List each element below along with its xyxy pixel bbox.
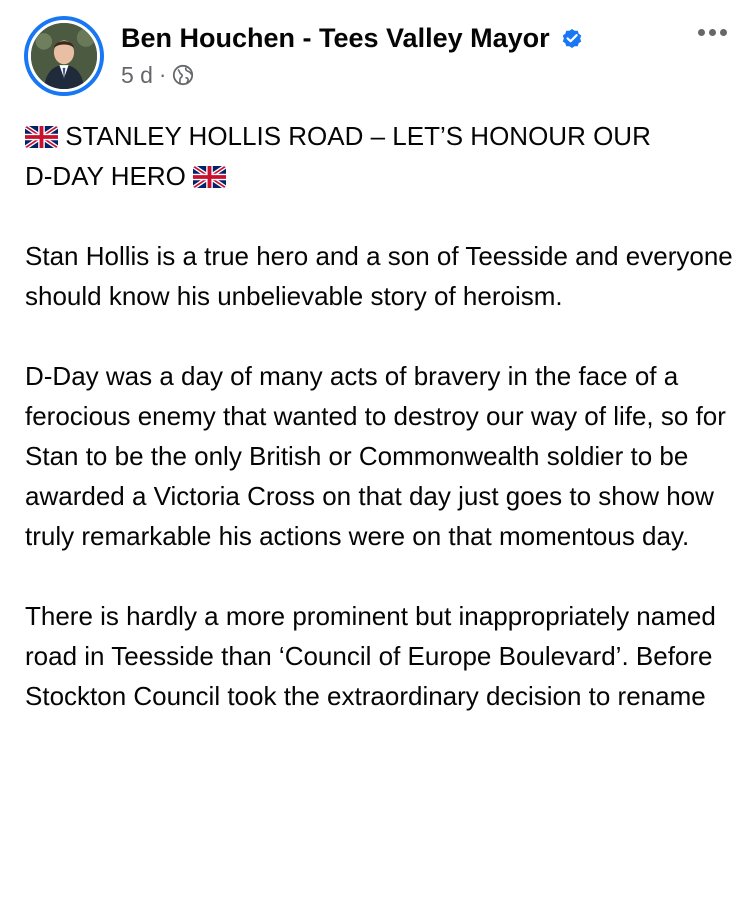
- post-header: Ben Houchen - Tees Valley Mayor 5 d ·: [0, 0, 750, 100]
- meta-separator: ·: [158, 62, 167, 87]
- post-timestamp[interactable]: 5 d: [121, 62, 153, 89]
- uk-flag-icon: [25, 126, 58, 148]
- author-line: Ben Houchen - Tees Valley Mayor: [121, 20, 584, 56]
- avatar-portrait-icon: [31, 23, 97, 89]
- post-paragraph: There is hardly a more prominent but ina…: [25, 601, 716, 711]
- avatar-story-ring[interactable]: [24, 16, 104, 96]
- post-paragraph: Stan Hollis is a true hero and a son of …: [25, 241, 733, 311]
- author-name[interactable]: Ben Houchen - Tees Valley Mayor: [121, 23, 550, 54]
- uk-flag-icon: [193, 166, 227, 188]
- more-options-icon: [719, 28, 727, 36]
- globe-icon[interactable]: [172, 64, 194, 86]
- more-options-button[interactable]: [690, 18, 734, 46]
- more-options-icon: [697, 28, 705, 36]
- verified-badge-icon: [560, 26, 584, 50]
- headline-line-2: D-DAY HERO: [25, 161, 186, 191]
- more-options-icon: [708, 28, 716, 36]
- avatar[interactable]: [28, 20, 100, 92]
- headline-line-1: STANLEY HOLLIS ROAD – LET’S HONOUR OUR: [65, 121, 651, 151]
- post-paragraph: D-Day was a day of many acts of bravery …: [25, 361, 726, 551]
- post-text: STANLEY HOLLIS ROAD – LET’S HONOUR OUR D-…: [25, 116, 735, 756]
- post-meta: 5 d ·: [121, 60, 194, 90]
- post-headline: STANLEY HOLLIS ROAD – LET’S HONOUR OUR D-…: [25, 116, 735, 196]
